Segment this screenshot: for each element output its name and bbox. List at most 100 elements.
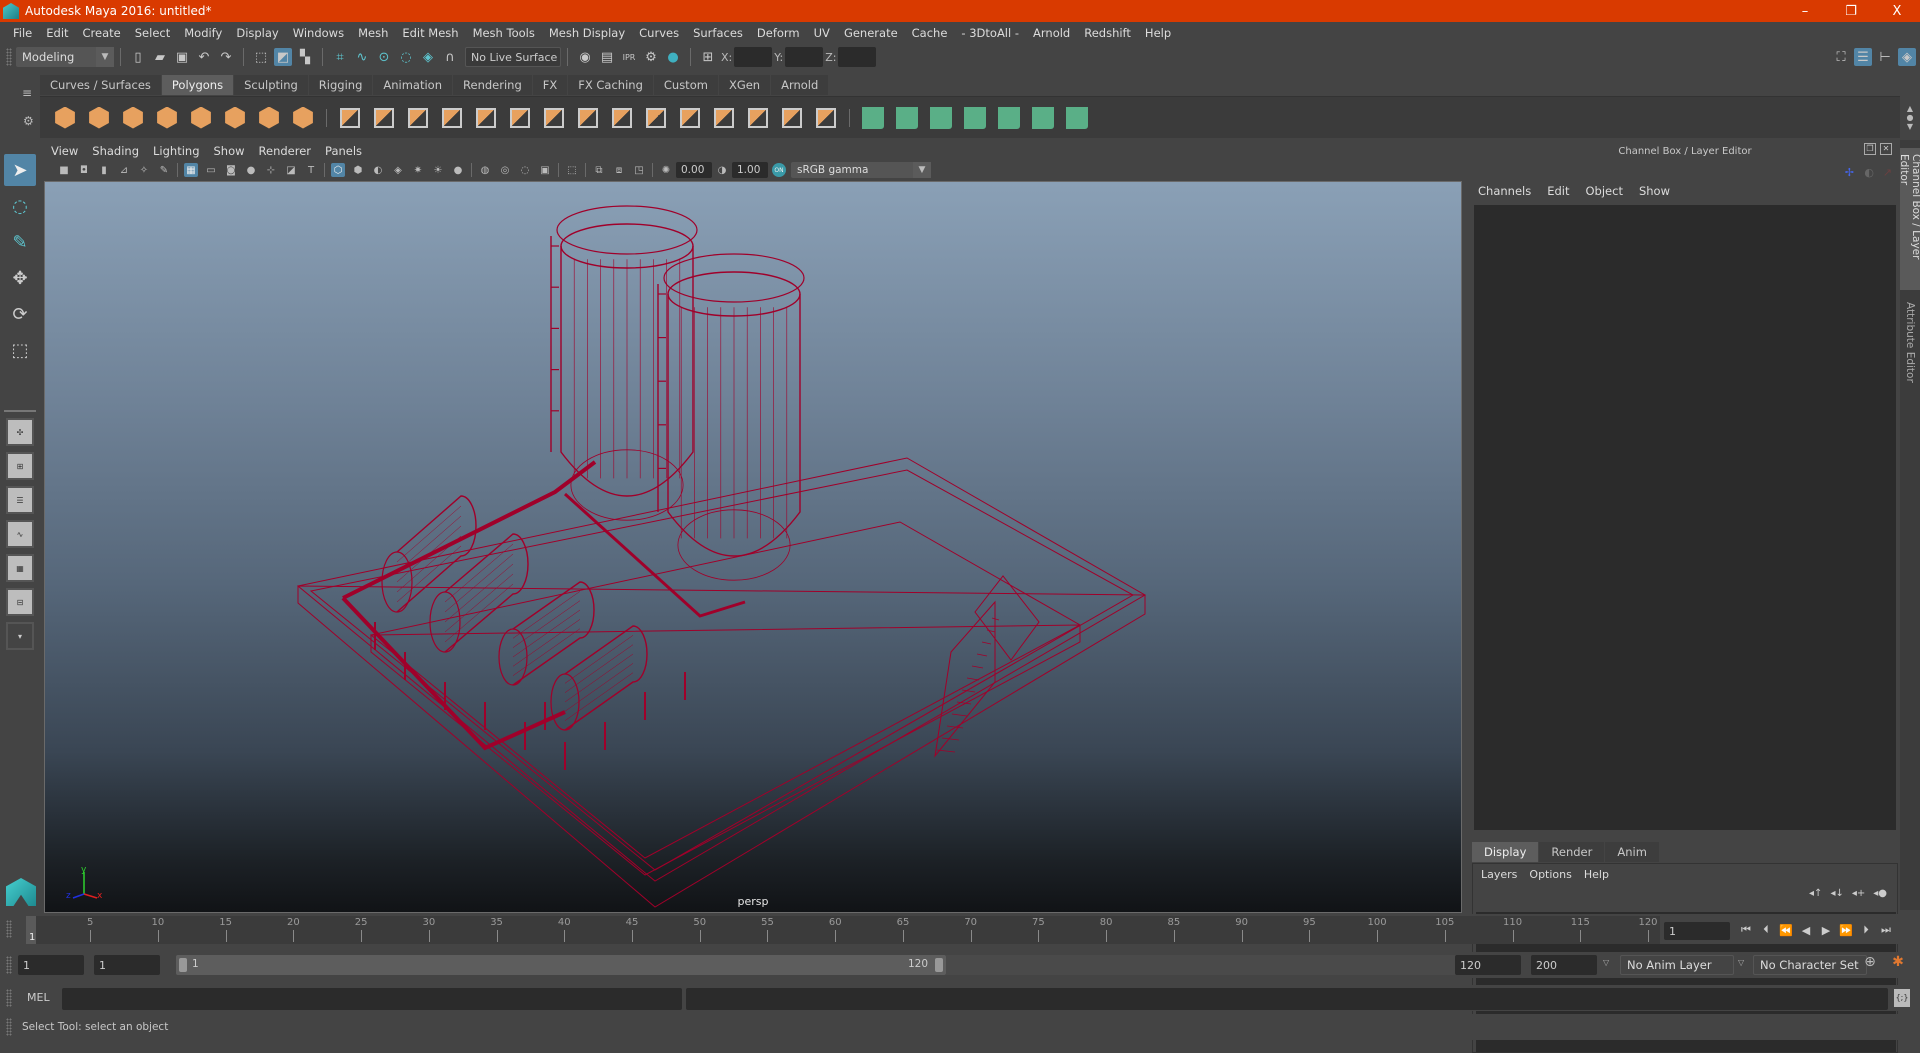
planar-map-icon[interactable] — [861, 106, 885, 130]
grip-handle[interactable] — [6, 1018, 12, 1036]
wireframe-icon[interactable]: ⬡ — [331, 163, 345, 177]
shelf-tab-rigging[interactable]: Rigging — [308, 75, 373, 95]
scroll-up-icon[interactable]: ▲ — [1907, 104, 1913, 113]
shelf-tab-custom[interactable]: Custom — [653, 75, 718, 95]
xray-active-icon[interactable]: ⧈ — [612, 163, 626, 177]
view-transform-dropdown[interactable]: sRGB gamma ▼ — [791, 162, 931, 178]
bevel-icon[interactable] — [508, 106, 532, 130]
safe-action-icon[interactable]: ◪ — [284, 163, 298, 177]
persp-outliner-graph-layout-icon[interactable]: ⊟ — [6, 588, 34, 616]
select-by-object-icon[interactable]: ◩ — [274, 48, 292, 66]
new-scene-icon[interactable]: ▯ — [129, 48, 147, 66]
extrude-icon[interactable] — [576, 106, 600, 130]
select-by-component-icon[interactable]: ▚ — [296, 48, 314, 66]
select-tool-icon[interactable]: ➤ — [4, 154, 36, 186]
plane-icon[interactable] — [189, 106, 213, 130]
playback-start-field[interactable]: 1 — [94, 955, 160, 975]
quadrangulate-icon[interactable] — [814, 106, 838, 130]
shelf-tab-animation[interactable]: Animation — [373, 75, 453, 95]
color-management-on-icon[interactable]: ON — [772, 163, 786, 177]
grip-handle[interactable] — [6, 989, 12, 1007]
play-forward-icon[interactable]: ▶ — [1818, 922, 1834, 938]
automatic-map-icon[interactable] — [963, 106, 987, 130]
move-layer-up-icon[interactable]: ◂↑ — [1809, 888, 1822, 899]
motion-blur-icon[interactable]: ◍ — [478, 163, 492, 177]
snap-grid-icon[interactable]: ⌗ — [331, 48, 349, 66]
magnet-icon[interactable]: ∩ — [441, 48, 459, 66]
modeling-toolkit-icon[interactable]: ⛶ — [1832, 48, 1850, 66]
layer-menu-layers[interactable]: Layers — [1481, 868, 1517, 881]
menu-file[interactable]: File — [6, 26, 39, 40]
hypershade-persp-layout-icon[interactable]: ▦ — [6, 554, 34, 582]
minimize-button[interactable]: – — [1782, 0, 1828, 22]
shelf-scroll[interactable]: ▲ ● ▼ — [1900, 96, 1920, 138]
menu-windows[interactable]: Windows — [286, 26, 351, 40]
safe-title-icon[interactable]: T — [304, 163, 318, 177]
menu-redshift[interactable]: Redshift — [1077, 26, 1138, 40]
shadows-icon[interactable]: ☀ — [431, 163, 445, 177]
shelf-tab-polygons[interactable]: Polygons — [161, 75, 234, 95]
multicut-icon[interactable] — [542, 106, 566, 130]
grip-handle[interactable] — [6, 956, 12, 974]
grid-icon[interactable]: ▦ — [184, 163, 198, 177]
uv-editor-icon[interactable] — [1031, 106, 1055, 130]
menu-cache[interactable]: Cache — [905, 26, 955, 40]
viewport-persp[interactable]: y x z persp — [44, 181, 1462, 913]
menu-curves[interactable]: Curves — [632, 26, 686, 40]
hypershade-icon[interactable]: ● — [664, 48, 682, 66]
manipulator-axes-icon[interactable]: ✢ — [1845, 166, 1854, 179]
go-to-start-icon[interactable]: ⏮ — [1738, 922, 1754, 938]
camera-attributes-icon[interactable]: ◘ — [77, 163, 91, 177]
menu-arnold[interactable]: Arnold — [1026, 26, 1077, 40]
menu-generate[interactable]: Generate — [837, 26, 905, 40]
menu-select[interactable]: Select — [128, 26, 177, 40]
z-field[interactable] — [838, 47, 877, 67]
multisample-aa-icon[interactable]: ◎ — [498, 163, 512, 177]
animation-end-field[interactable]: 200 — [1531, 955, 1597, 975]
smooth-shade-icon[interactable]: ⬢ — [351, 163, 365, 177]
transform-mode-icon[interactable]: ⊞ — [699, 48, 717, 66]
snap-point-icon[interactable]: ⊙ — [375, 48, 393, 66]
speed-icon[interactable]: ↗ — [1883, 166, 1892, 179]
step-forward-frame-icon[interactable]: ⏩ — [1838, 922, 1854, 938]
cube-icon[interactable] — [87, 106, 111, 130]
select-by-hierarchy-icon[interactable]: ⬚ — [252, 48, 270, 66]
channel-box-toggle-icon[interactable]: ◈ — [1898, 48, 1916, 66]
film-gate-icon[interactable]: ▭ — [204, 163, 218, 177]
rotate-tool-icon[interactable]: ⟳ — [4, 298, 36, 330]
sew-uv-icon[interactable] — [1065, 106, 1089, 130]
snap-live-icon[interactable]: ◈ — [419, 48, 437, 66]
select-camera-icon[interactable]: ■ — [57, 163, 71, 177]
torus-icon[interactable] — [223, 106, 247, 130]
move-tool-icon[interactable]: ✥ — [4, 262, 36, 294]
xray-joints-icon[interactable]: ⧉ — [592, 163, 606, 177]
display-mode-icon[interactable]: ◐ — [1864, 166, 1874, 179]
menu-mesh-display[interactable]: Mesh Display — [542, 26, 632, 40]
cylindrical-map-icon[interactable] — [895, 106, 919, 130]
panel-menu-lighting[interactable]: Lighting — [146, 144, 206, 158]
command-input[interactable] — [62, 988, 682, 1010]
menu-modify[interactable]: Modify — [177, 26, 229, 40]
redo-icon[interactable]: ↷ — [217, 48, 235, 66]
tool-settings-icon[interactable]: ⊢ — [1876, 48, 1894, 66]
render-settings-icon[interactable]: ⚙ — [642, 48, 660, 66]
pyramid-icon[interactable] — [257, 106, 281, 130]
menu-edit-mesh[interactable]: Edit Mesh — [395, 26, 465, 40]
xray-icon[interactable]: ▣ — [538, 163, 552, 177]
lasso-tool-icon[interactable]: ◌ — [4, 190, 36, 222]
four-pane-layout-icon[interactable]: ⊞ — [6, 452, 34, 480]
extract-icon[interactable] — [406, 106, 430, 130]
shelf-tab-fx[interactable]: FX — [532, 75, 568, 95]
2d-pan-zoom-icon[interactable]: ✧ — [137, 163, 151, 177]
persp-graph-layout-icon[interactable]: ∿ — [6, 520, 34, 548]
attribute-editor-toggle-icon[interactable]: ☰ — [1854, 48, 1872, 66]
merge-icon[interactable] — [644, 106, 668, 130]
paint-select-tool-icon[interactable]: ✎ — [4, 226, 36, 258]
depth-of-field-icon[interactable]: ◌ — [518, 163, 532, 177]
menu-mesh[interactable]: Mesh — [351, 26, 395, 40]
grip-handle[interactable] — [6, 920, 12, 938]
x-field[interactable] — [734, 47, 773, 67]
more-layouts-icon[interactable]: ▾ — [6, 622, 34, 650]
layer-menu-help[interactable]: Help — [1584, 868, 1609, 881]
menu-mesh-tools[interactable]: Mesh Tools — [466, 26, 542, 40]
